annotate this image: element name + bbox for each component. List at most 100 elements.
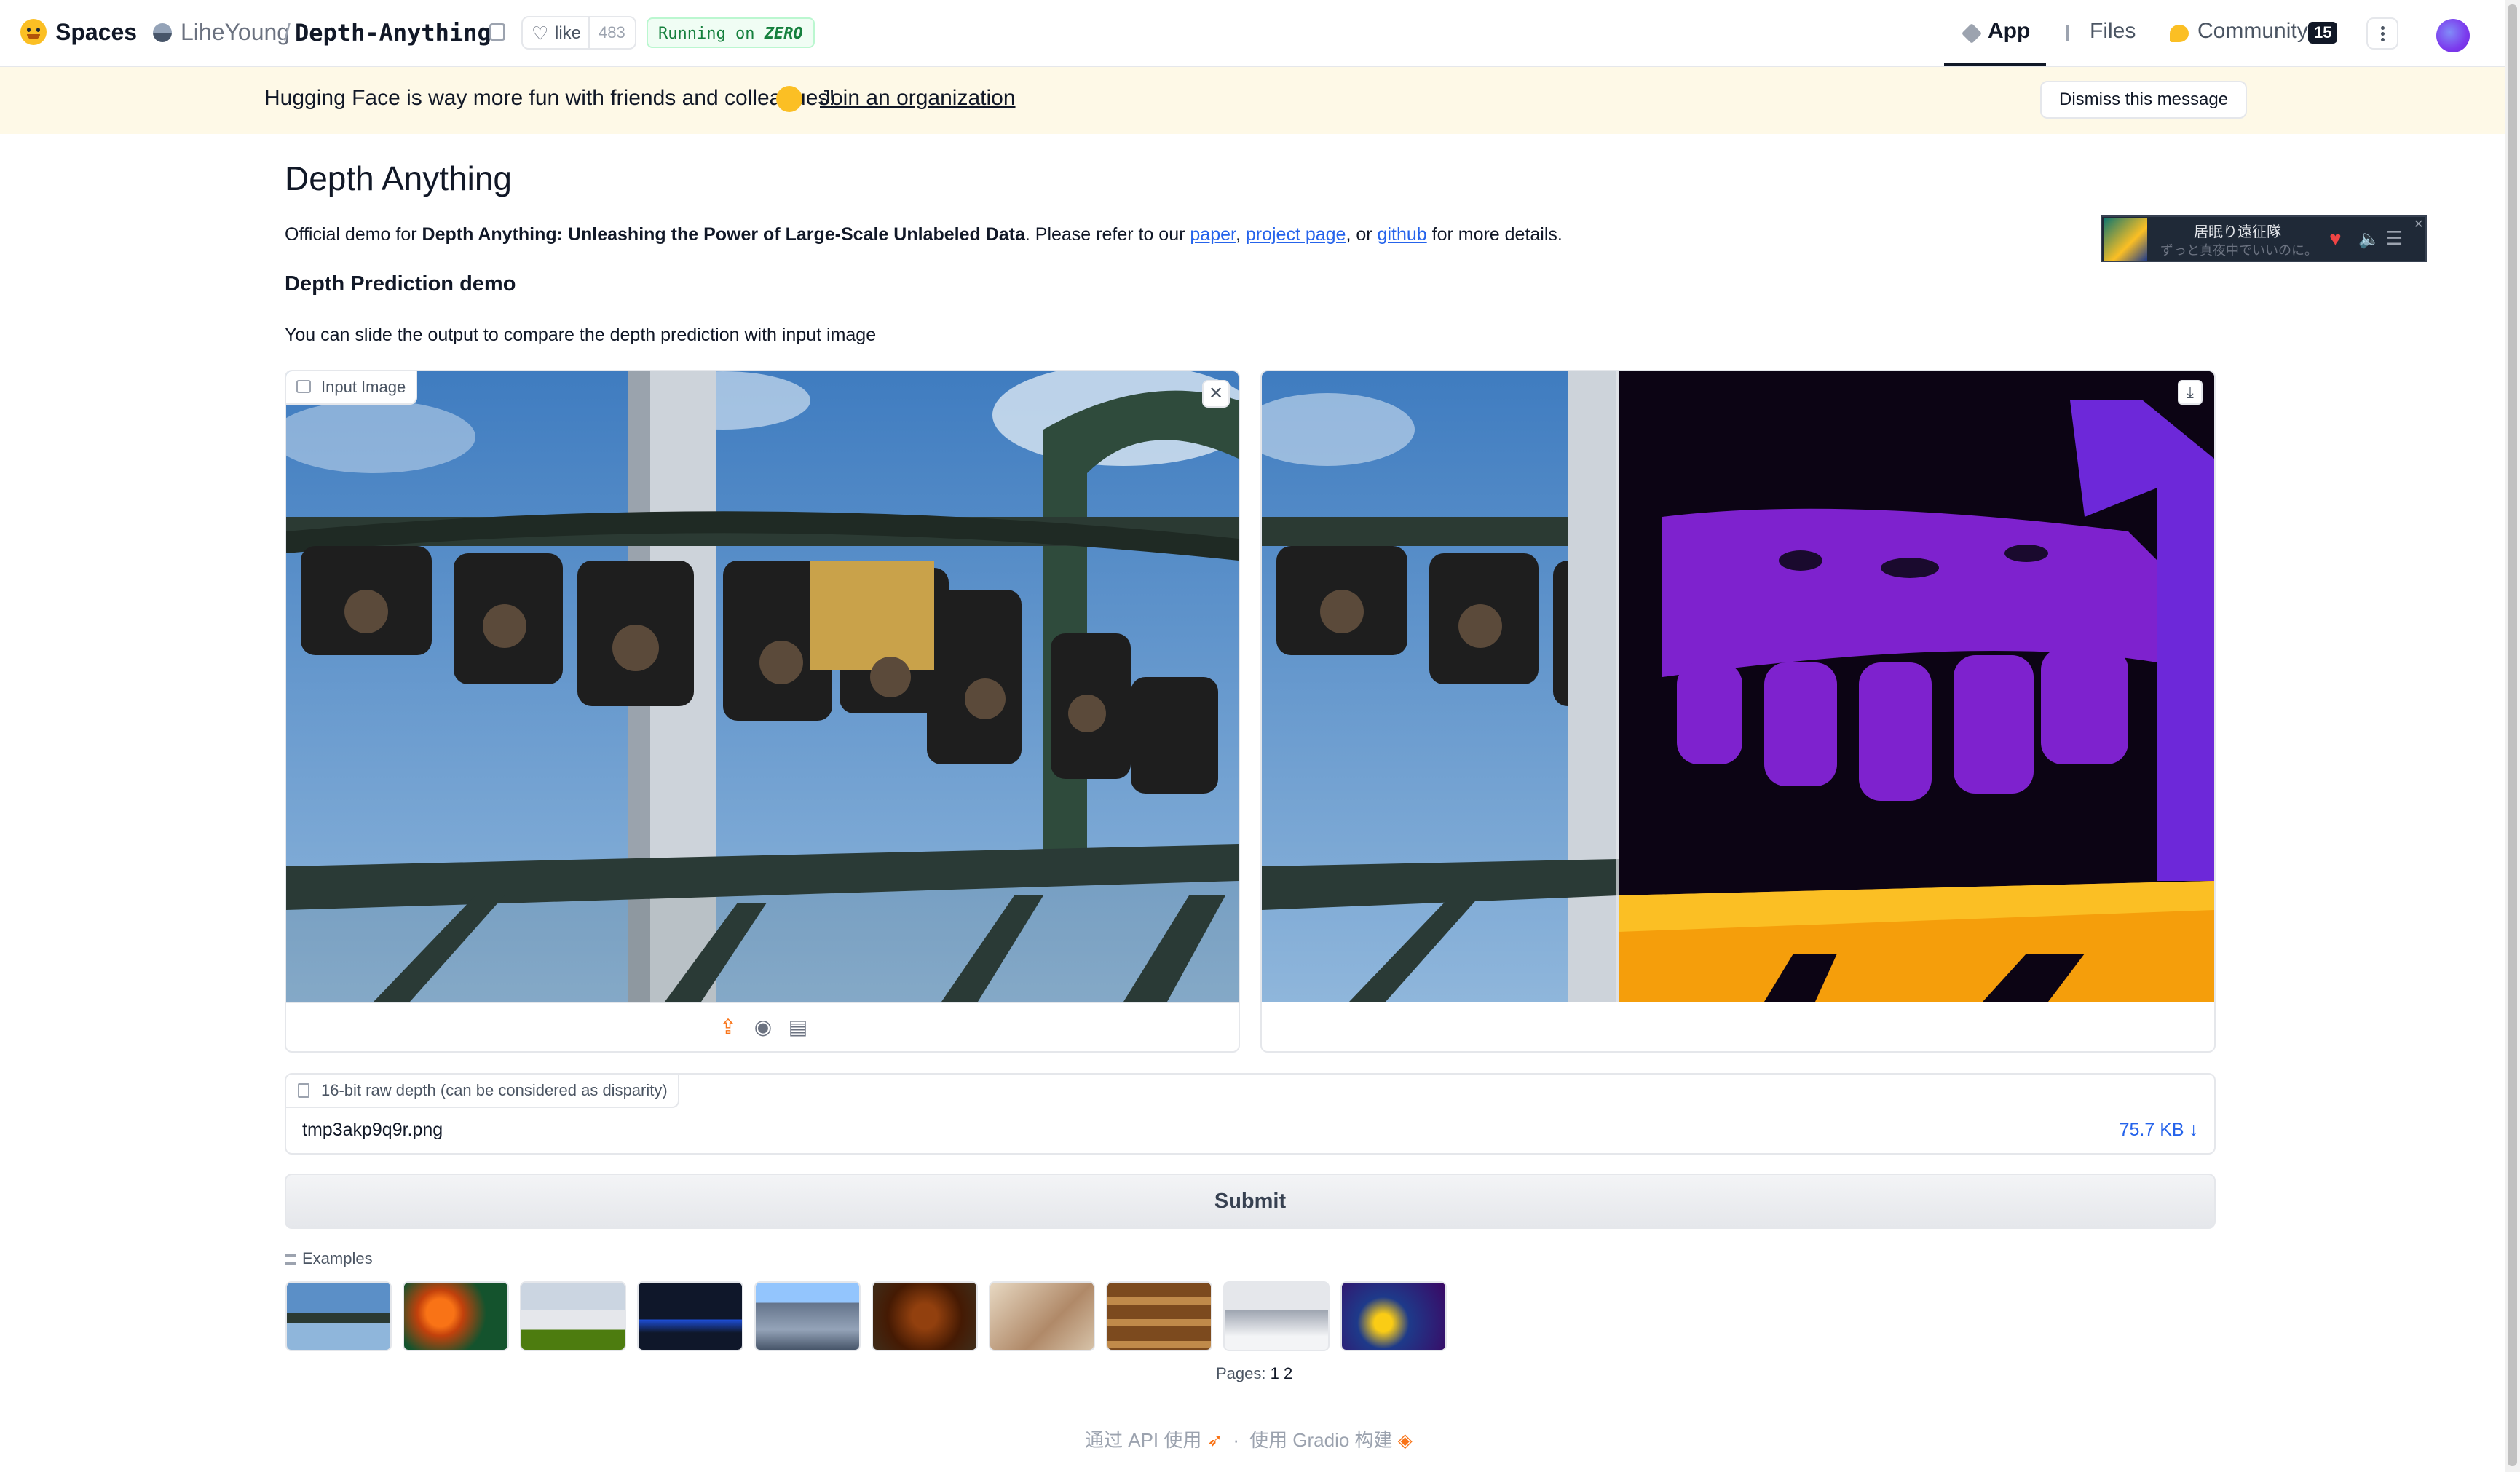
status-badge[interactable]: Running on ZERO [647, 17, 815, 48]
tab-files[interactable]: Files [2090, 19, 2136, 44]
like-count[interactable]: 483 [599, 23, 625, 42]
files-icon [2066, 25, 2082, 41]
track-artist: ずっと真夜中でいいのに。 [2160, 243, 2318, 258]
like-divider [588, 17, 590, 48]
webcam-icon[interactable]: ◉ [751, 1015, 775, 1040]
list-icon [285, 1254, 296, 1265]
slider-handle[interactable] [1616, 371, 1619, 1002]
original-image-half [1262, 371, 1619, 1002]
volume-icon[interactable]: 🔈 [2358, 229, 2380, 250]
example-thumb[interactable] [754, 1281, 861, 1351]
like-label: like [555, 23, 582, 43]
desc-sep: , or [1346, 224, 1378, 245]
built-with-gradio-link[interactable]: 使用 Gradio 构建 ◈ [1249, 1429, 1413, 1451]
depth-map-half [1619, 371, 2214, 1002]
submit-button[interactable]: Submit [285, 1174, 2216, 1229]
clipboard-icon[interactable]: ▤ [786, 1015, 810, 1040]
copy-icon[interactable] [489, 23, 505, 41]
comparison-slider[interactable] [1262, 371, 2214, 1002]
status-hardware: ZERO [764, 25, 803, 43]
track-title: 居眠り遠征隊 [2194, 224, 2281, 240]
file-icon [298, 1083, 309, 1098]
pagination: Pages: 1 2 [1216, 1364, 1292, 1383]
examples-label-text: Examples [302, 1249, 373, 1267]
example-thumb[interactable] [403, 1281, 509, 1351]
file-output-label: 16-bit raw depth (can be considered as d… [286, 1075, 679, 1108]
description: Official demo for Depth Anything: Unleas… [285, 224, 1563, 245]
raw-depth-file-output: 16-bit raw depth (can be considered as d… [285, 1073, 2216, 1155]
tab-app[interactable]: App [1988, 19, 2030, 44]
rocket-icon: ➶ [1206, 1429, 1223, 1451]
input-image-label: Input Image [286, 371, 418, 405]
roller-coaster-photo [286, 371, 1239, 1002]
hugging-face-logo-icon[interactable] [20, 19, 47, 45]
org-banner: Hugging Face is way more fun with friend… [0, 67, 2505, 134]
image-icon [296, 380, 311, 393]
file-download-link[interactable]: 75.7 KB ↓ [2120, 1120, 2198, 1141]
example-thumb[interactable] [285, 1281, 392, 1351]
input-image-label-text: Input Image [321, 378, 406, 396]
active-tab-indicator [1944, 63, 2046, 66]
hugging-emoji-icon [776, 86, 802, 112]
example-thumb[interactable] [989, 1281, 1095, 1351]
slide-instruction: You can slide the output to compare the … [285, 325, 877, 345]
image-source-toolbar: ⇪ ◉ ▤ [286, 1002, 1239, 1051]
album-thumbnail [2104, 218, 2147, 261]
banner-text: Hugging Face is way more fun with friend… [264, 86, 835, 110]
status-prefix: Running on [658, 25, 755, 43]
desc-suffix: for more details. [1426, 224, 1563, 245]
more-options-button[interactable] [2366, 17, 2398, 50]
desc-mid: . Please refer to our [1024, 224, 1190, 245]
heart-icon: ♡ [532, 23, 549, 44]
community-icon [2170, 25, 2189, 42]
owner-avatar[interactable] [153, 23, 172, 42]
desc-paper-title: Depth Anything: Unleashing the Power of … [422, 224, 1025, 245]
project-page-link[interactable]: project page [1246, 224, 1346, 245]
app-tab-icon [1961, 23, 1983, 44]
gradio-logo-icon: ◈ [1397, 1429, 1413, 1451]
paper-link[interactable]: paper [1190, 224, 1236, 245]
heart-icon[interactable]: ♥ [2329, 227, 2342, 250]
use-via-api-link[interactable]: 通过 API 使用 ➶ [1085, 1429, 1223, 1451]
desc-prefix: Official demo for [285, 224, 422, 245]
download-icon[interactable]: ⤓ [2178, 380, 2203, 405]
scrollbar-thumb[interactable] [2508, 4, 2517, 1466]
community-count-badge: 15 [2308, 22, 2338, 44]
depth-output-panel: ⤓ [1260, 370, 2216, 1053]
example-thumb[interactable] [1106, 1281, 1212, 1351]
desc-sep: , [1235, 224, 1246, 245]
clear-image-button[interactable]: ✕ [1202, 380, 1230, 408]
upload-icon[interactable]: ⇪ [716, 1015, 740, 1040]
page-title: Depth Anything [285, 159, 513, 197]
file-output-label-text: 16-bit raw depth (can be considered as d… [321, 1081, 668, 1099]
mini-music-player[interactable]: 居眠り遠征隊 ずっと真夜中でいいのに。 ♥ 🔈 ☰ ✕ [2101, 215, 2427, 262]
depth-map-image [1619, 371, 2214, 1002]
owner-link[interactable]: LiheYoung [181, 19, 290, 46]
file-name[interactable]: tmp3akp9q9r.png [302, 1120, 443, 1141]
input-image-panel: Input Image ✕ ⇪ ◉ ▤ [285, 370, 1240, 1053]
playlist-icon[interactable]: ☰ [2386, 227, 2403, 250]
tab-community[interactable]: Community [2197, 19, 2308, 44]
spaces-link[interactable]: Spaces [55, 19, 137, 46]
close-icon[interactable]: ✕ [2414, 217, 2423, 232]
example-thumb[interactable] [520, 1281, 626, 1351]
use-via-api-text: 通过 API 使用 [1085, 1429, 1202, 1451]
input-image[interactable] [286, 371, 1239, 1002]
example-thumb[interactable] [637, 1281, 743, 1351]
dismiss-button[interactable]: Dismiss this message [2040, 81, 2248, 119]
page-1-link[interactable]: 1 [1271, 1364, 1279, 1382]
join-organization-link[interactable]: Join an organization [820, 86, 1016, 111]
top-navbar: Spaces LiheYoung / Depth-Anything ♡ like… [0, 0, 2505, 67]
pages-label: Pages: [1216, 1364, 1266, 1382]
footer: 通过 API 使用 ➶ · 使用 Gradio 构建 ◈ [1085, 1425, 1413, 1452]
path-separator: / [284, 19, 291, 45]
repo-name-link[interactable]: Depth-Anything [295, 19, 491, 47]
user-avatar[interactable] [2436, 19, 2470, 52]
github-link[interactable]: github [1378, 224, 1427, 245]
example-thumb[interactable] [1340, 1281, 1447, 1351]
page-2-link[interactable]: 2 [1284, 1364, 1292, 1382]
footer-dot: · [1233, 1429, 1240, 1451]
built-with-gradio-text: 使用 Gradio 构建 [1249, 1429, 1393, 1451]
example-thumb[interactable] [872, 1281, 978, 1351]
example-thumb[interactable] [1223, 1281, 1330, 1351]
